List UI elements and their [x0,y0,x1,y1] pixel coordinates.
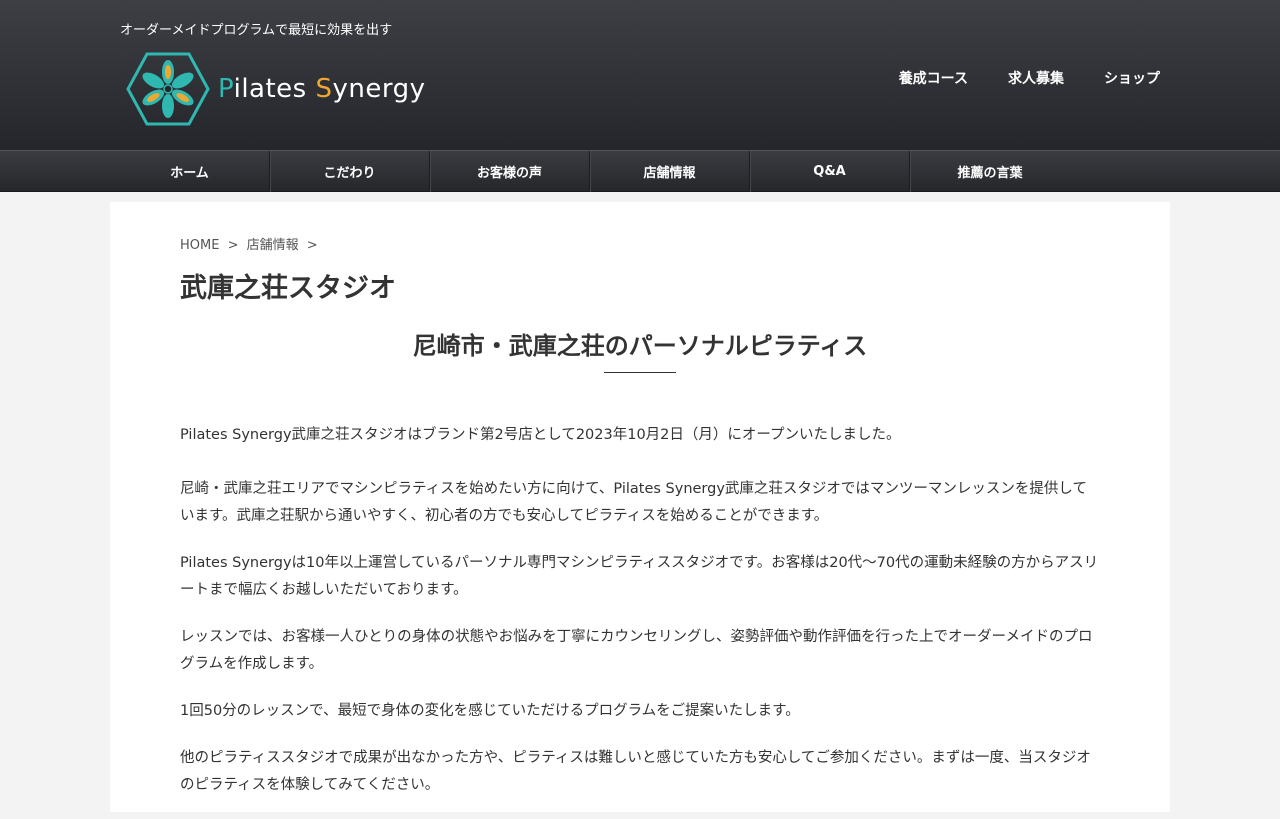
breadcrumb-store-info-link[interactable]: 店舗情報 [247,238,299,253]
top-nav-recruitment[interactable]: 求人募集 [1008,68,1064,88]
paragraph: レッスンでは、お客様一人ひとりの身体の状態やお悩みを丁寧にカウンセリングし、姿勢… [180,629,1093,672]
site-tagline: オーダーメイドプログラムで最短に効果を出す [120,23,393,38]
paragraph: Pilates Synergyは10年以上運営しているパーソナル専門マシンピラテ… [180,555,1099,598]
paragraph: 1回50分のレッスンで、最短で身体の変化を感じていただけるプログラムをご提案いた… [180,703,800,719]
logo-text-ilates: ilates [233,74,316,104]
main-content: HOME > 店舗情報 > 武庫之荘スタジオ 尼崎市・武庫之荘のパーソナルピラテ… [110,202,1170,812]
logo-wordmark: Pilates Synergy [218,74,426,104]
body-text: Pilates Synergy武庫之荘スタジオはブランド第2号店として2023年… [180,422,1100,819]
paragraph: Pilates Synergy武庫之荘スタジオはブランド第2号店として2023年… [180,427,901,443]
main-nav: ホーム こだわり お客様の声 店舗情報 Q&A 推薦の言葉 [0,150,1280,192]
paragraph: 他のピラティススタジオで成果が出なかった方や、ピラティスは難しいと感じていた方も… [180,750,1091,793]
main-nav-faq[interactable]: Q&A [750,151,910,192]
top-nav-shop[interactable]: ショップ [1104,68,1160,88]
breadcrumb-separator: > [227,238,239,253]
main-nav-store-info[interactable]: 店舗情報 [590,151,750,192]
main-nav-commitment[interactable]: こだわり [270,151,430,192]
top-nav: 養成コース 求人募集 ショップ [899,68,1160,88]
breadcrumb-separator: > [306,238,318,253]
paragraph: 尼崎・武庫之荘エリアでマシンピラティスを始めたい方に向けて、Pilates Sy… [180,481,1087,524]
logo-text-ynergy: ynergy [332,74,426,104]
breadcrumb: HOME > 店舗情報 > [180,234,322,253]
section-title-divider [604,372,676,373]
section-title: 尼崎市・武庫之荘のパーソナルピラティス [412,332,868,360]
logo-letter-s: S [315,74,333,104]
top-nav-training-course[interactable]: 養成コース [899,68,968,88]
logo-letter-p: P [218,74,234,104]
main-nav-recommendations[interactable]: 推薦の言葉 [910,151,1070,192]
page-title: 武庫之荘スタジオ [180,273,396,304]
main-nav-home[interactable]: ホーム [110,151,270,192]
main-nav-testimonials[interactable]: お客様の声 [430,151,590,192]
site-header: オーダーメイドプログラムで最短に効果を出す Pilates Synergy 養成… [0,0,1280,150]
logo-emblem-icon [126,52,210,126]
site-logo[interactable]: Pilates Synergy [126,52,426,126]
breadcrumb-home-link[interactable]: HOME [180,238,219,253]
